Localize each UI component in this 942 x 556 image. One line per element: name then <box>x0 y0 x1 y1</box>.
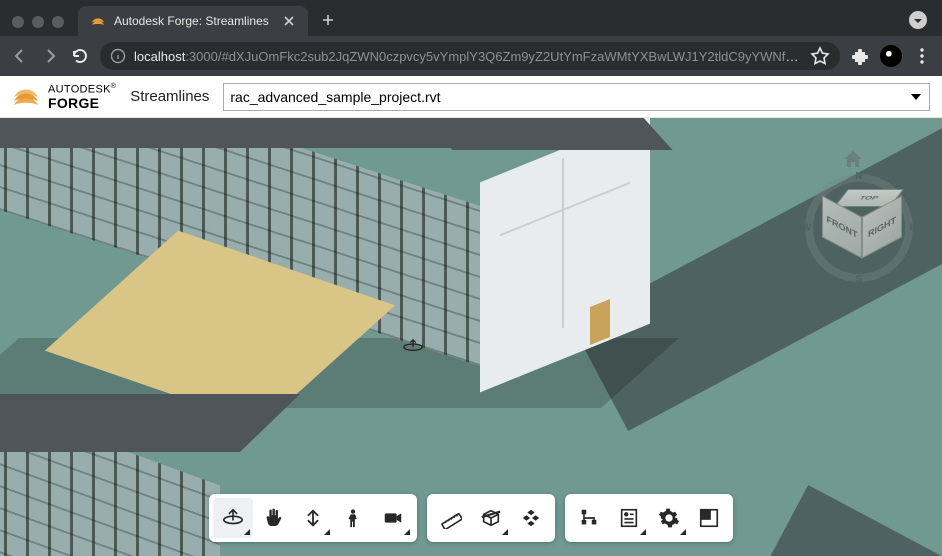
site-info-icon[interactable] <box>110 48 126 64</box>
chevron-down-icon[interactable] <box>908 10 928 30</box>
first-person-button[interactable] <box>333 498 373 538</box>
forward-button[interactable] <box>40 46 60 66</box>
properties-button[interactable] <box>609 498 649 538</box>
compass-e: E <box>909 223 916 234</box>
fullscreen-button[interactable] <box>689 498 729 538</box>
close-window-button[interactable] <box>12 16 24 28</box>
section-button[interactable] <box>471 498 511 538</box>
app-name: Streamlines <box>130 88 209 105</box>
orbit-cursor-icon <box>402 338 424 354</box>
browser-tab[interactable]: Autodesk Forge: Streamlines <box>78 6 308 36</box>
reload-button[interactable] <box>70 46 90 66</box>
viewer-canvas[interactable]: N S E W TOP FRONT RIGHT <box>0 118 942 556</box>
brand-line-2: FORGE <box>48 96 116 110</box>
tab-title: Autodesk Forge: Streamlines <box>114 14 274 28</box>
pan-button[interactable] <box>253 498 293 538</box>
kebab-menu-icon[interactable] <box>912 46 932 66</box>
url-input[interactable]: localhost:3000/#dXJuOmFkc2sub2JqZWN0czpv… <box>100 42 840 70</box>
forge-logo: AUTODESK® FORGE <box>12 83 116 111</box>
panel-tool-group <box>565 494 733 542</box>
forge-favicon-icon <box>90 13 106 29</box>
bookmark-star-icon[interactable] <box>810 46 830 66</box>
model-select[interactable]: rac_advanced_sample_project.rvt <box>223 83 930 111</box>
settings-button[interactable] <box>649 498 689 538</box>
address-bar: localhost:3000/#dXJuOmFkc2sub2JqZWN0czpv… <box>0 36 942 76</box>
minimize-window-button[interactable] <box>32 16 44 28</box>
new-tab-button[interactable] <box>316 8 340 32</box>
compass-w: W <box>802 223 811 234</box>
analyze-tool-group <box>427 494 555 542</box>
url-text: localhost:3000/#dXJuOmFkc2sub2JqZWN0czpv… <box>134 49 802 64</box>
measure-button[interactable] <box>431 498 471 538</box>
orbit-button[interactable] <box>213 498 253 538</box>
zoom-button[interactable] <box>293 498 333 538</box>
view-cube[interactable]: N S E W TOP FRONT RIGHT <box>804 173 914 283</box>
profile-avatar[interactable] <box>880 45 902 67</box>
home-view-icon[interactable] <box>842 148 864 170</box>
nav-tool-group <box>209 494 417 542</box>
compass-n: N <box>855 171 862 182</box>
compass-s: S <box>856 274 863 285</box>
explode-button[interactable] <box>511 498 551 538</box>
app-header: AUTODESK® FORGE Streamlines rac_advanced… <box>0 76 942 118</box>
model-browser-button[interactable] <box>569 498 609 538</box>
camera-button[interactable] <box>373 498 413 538</box>
viewer-toolbar <box>209 494 733 542</box>
forge-logo-icon <box>12 83 40 111</box>
extensions-icon[interactable] <box>850 46 870 66</box>
back-button[interactable] <box>10 46 30 66</box>
browser-window: Autodesk Forge: Streamlines loca <box>0 0 942 76</box>
tab-strip: Autodesk Forge: Streamlines <box>0 0 942 36</box>
maximize-window-button[interactable] <box>52 16 64 28</box>
close-tab-icon[interactable] <box>282 14 296 28</box>
window-controls <box>8 16 70 36</box>
